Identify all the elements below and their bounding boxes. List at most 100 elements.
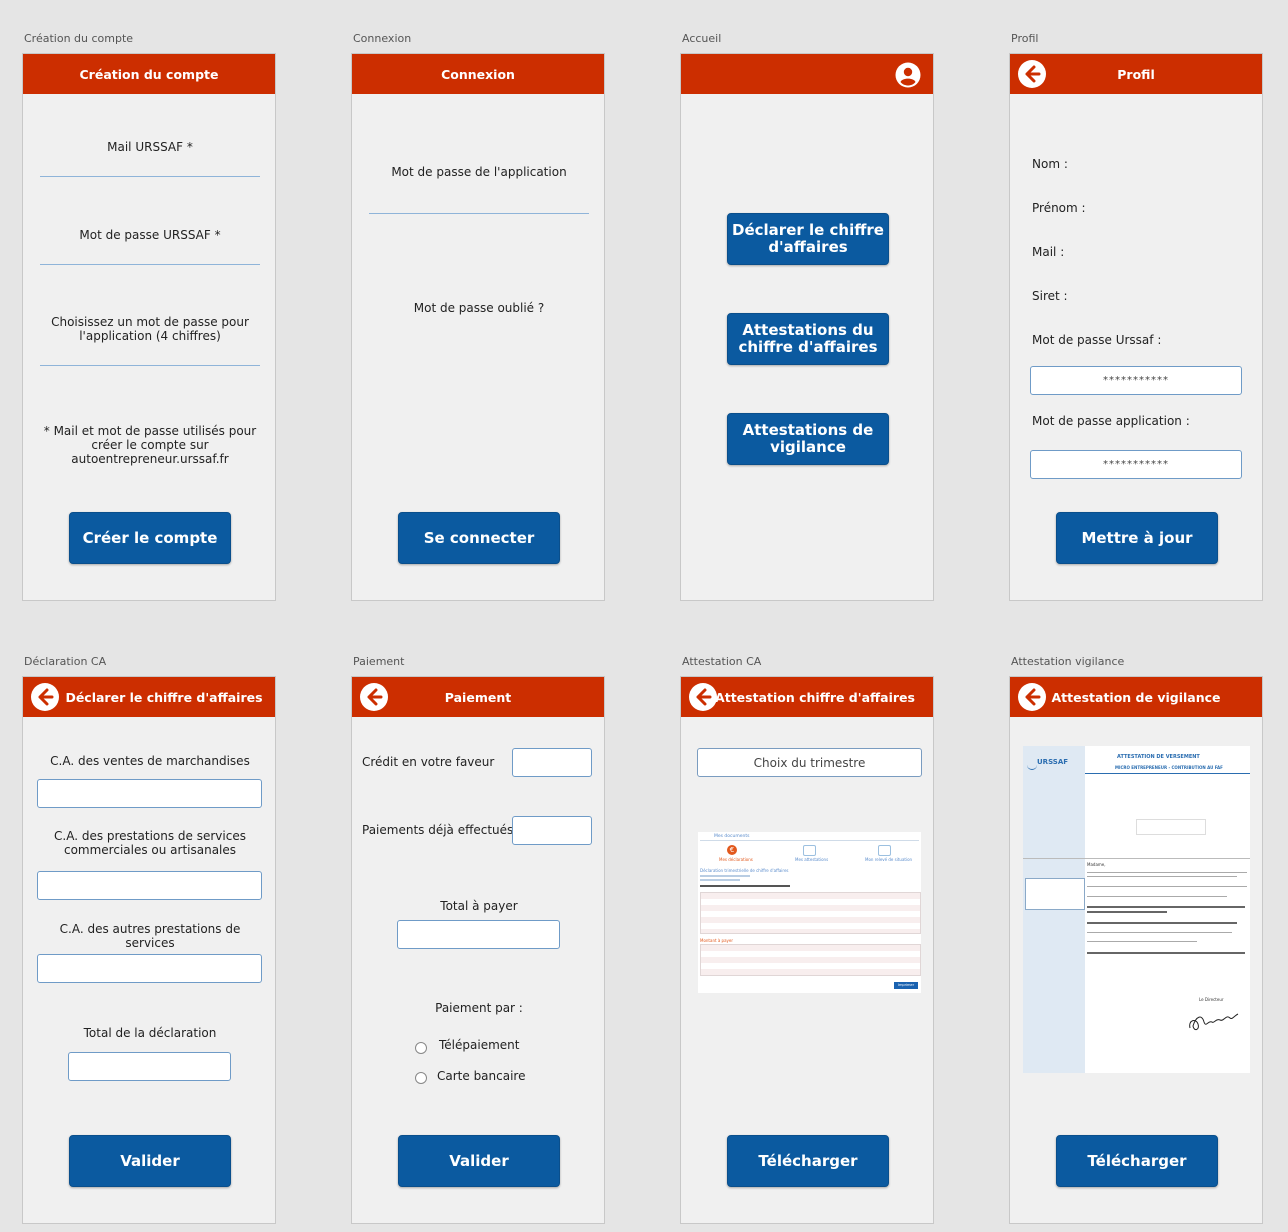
- total-input[interactable]: [397, 920, 560, 949]
- header-title: Paiement: [444, 689, 512, 705]
- total-label: Total de la déclaration: [83, 1026, 217, 1040]
- header-bar: Paiement: [352, 677, 604, 717]
- back-arrow-icon[interactable]: [31, 683, 59, 711]
- download-button[interactable]: Télécharger: [1056, 1135, 1218, 1187]
- doc-table: [700, 944, 921, 976]
- ventes-input[interactable]: [37, 779, 262, 808]
- attestation-icon: [803, 845, 816, 856]
- password-field[interactable]: [40, 264, 260, 265]
- header-bar: Profil: [1010, 54, 1262, 94]
- doc-text-line: [1087, 886, 1247, 887]
- header-title: Déclarer le chiffre d'affaires: [65, 689, 263, 705]
- autres-input[interactable]: [37, 954, 262, 983]
- doc-text-line: [1087, 896, 1227, 897]
- header-bar: Création du compte: [23, 54, 275, 94]
- screen-paiement: Paiement Crédit en votre faveur Paiement…: [351, 676, 605, 1224]
- radio-telepaiement[interactable]: [415, 1042, 427, 1054]
- declare-ca-button[interactable]: Déclarer le chiffre d'affaires: [727, 213, 889, 265]
- screen-profil: Profil Nom : Prénom : Mail : Siret : Mot…: [1009, 53, 1263, 601]
- app-password-field[interactable]: [40, 365, 260, 366]
- total-input[interactable]: [68, 1052, 231, 1081]
- back-arrow-icon[interactable]: [360, 683, 388, 711]
- account-circle-icon[interactable]: [895, 62, 921, 88]
- screen-attestation-vigilance: Attestation de vigilance URSSAF ATTESTAT…: [1009, 676, 1263, 1224]
- update-button[interactable]: Mettre à jour: [1056, 512, 1218, 564]
- doc-text-line: [1087, 876, 1237, 877]
- telepaiement-label: Télépaiement: [439, 1038, 520, 1052]
- siret-label: Siret :: [1032, 289, 1068, 303]
- nom-label: Nom :: [1032, 157, 1068, 171]
- urssaf-logo: URSSAF: [1037, 758, 1069, 766]
- header-title: Profil: [1117, 66, 1155, 82]
- account-note: * Mail et mot de passe utilisés pour cré…: [43, 424, 257, 466]
- attestation-ca-preview: Mes documents € Mes déclarations Mes att…: [698, 832, 921, 993]
- ventes-label: C.A. des ventes de marchandises: [50, 754, 250, 768]
- paiements-input[interactable]: [512, 816, 592, 845]
- mail-label: Mail URSSAF *: [107, 140, 193, 154]
- payment-method-label: Paiement par :: [435, 1001, 523, 1015]
- doc-print-button: Imprimer: [894, 982, 918, 989]
- app-password-field[interactable]: [369, 213, 589, 214]
- doc-line: [700, 875, 750, 877]
- header-title: Attestation de vigilance: [1051, 689, 1221, 705]
- doc-tab: Mes déclarations: [719, 857, 753, 862]
- credit-label: Crédit en votre faveur: [362, 755, 495, 769]
- urssaf-password-input[interactable]: ***********: [1030, 366, 1242, 395]
- header-title: Création du compte: [79, 66, 219, 82]
- carte-bancaire-label: Carte bancaire: [437, 1069, 526, 1083]
- back-arrow-icon[interactable]: [1018, 683, 1046, 711]
- doc-signature-label: Le Directeur: [1199, 997, 1224, 1002]
- mail-label: Mail :: [1032, 245, 1065, 259]
- urssaf-password-label: Mot de passe Urssaf :: [1032, 333, 1162, 347]
- screen-caption: Attestation vigilance: [1011, 655, 1125, 668]
- doc-divider: [700, 840, 919, 841]
- credit-input[interactable]: [512, 748, 592, 777]
- doc-sidebar-box: [1025, 878, 1085, 910]
- doc-title: Déclaration trimestrielle de chiffre d'a…: [700, 868, 789, 873]
- doc-salutation: Madame,: [1087, 862, 1106, 867]
- screen-caption: Attestation CA: [682, 655, 762, 668]
- doc-subtitle: MICRO ENTREPRENEUR - CONTRIBUTION AU FAF: [1115, 765, 1223, 770]
- doc-text-line: [1087, 952, 1245, 954]
- create-account-button[interactable]: Créer le compte: [69, 512, 231, 564]
- doc-stamp-box: [1136, 819, 1206, 835]
- app-password-input[interactable]: ***********: [1030, 450, 1242, 479]
- header-title: Attestation chiffre d'affaires: [715, 689, 915, 705]
- screen-caption: Profil: [1011, 32, 1039, 45]
- attestations-vigilance-button[interactable]: Attestations de vigilance: [727, 413, 889, 465]
- header-bar: Déclarer le chiffre d'affaires: [23, 677, 275, 717]
- header-bar: Attestation de vigilance: [1010, 677, 1262, 717]
- radio-carte-bancaire[interactable]: [415, 1072, 427, 1084]
- screen-caption: Accueil: [682, 32, 722, 45]
- mail-field[interactable]: [40, 176, 260, 177]
- situation-icon: [878, 845, 891, 856]
- login-button[interactable]: Se connecter: [398, 512, 560, 564]
- header-bar: Attestation chiffre d'affaires: [681, 677, 933, 717]
- signature-mark: [1189, 1013, 1239, 1031]
- download-button[interactable]: Télécharger: [727, 1135, 889, 1187]
- header-bar: Connexion: [352, 54, 604, 94]
- prestations-label: C.A. des prestations de services commerc…: [54, 829, 246, 857]
- screen-connexion: Connexion Mot de passe de l'application …: [351, 53, 605, 601]
- prestations-input[interactable]: [37, 871, 262, 900]
- attestations-ca-button[interactable]: Attestations du chiffre d'affaires: [727, 313, 889, 365]
- doc-tab: Mon relevé de situation: [865, 857, 913, 862]
- screen-attestation-ca: Attestation chiffre d'affaires Choix du …: [680, 676, 934, 1224]
- doc-line: [700, 885, 790, 887]
- validate-button[interactable]: Valider: [69, 1135, 231, 1187]
- back-arrow-icon[interactable]: [689, 683, 717, 711]
- paiements-label: Paiements déjà effectués: [362, 823, 514, 837]
- back-arrow-icon[interactable]: [1018, 60, 1046, 88]
- validate-button[interactable]: Valider: [398, 1135, 560, 1187]
- app-password-label: Mot de passe de l'application: [391, 165, 567, 179]
- doc-title: ATTESTATION DE VERSEMENT: [1117, 754, 1200, 760]
- forgot-password-link[interactable]: Mot de passe oublié ?: [362, 301, 596, 315]
- quarter-select[interactable]: Choix du trimestre: [697, 748, 922, 777]
- doc-rule: [1023, 858, 1250, 859]
- screen-creation-compte: Création du compte Mail URSSAF * Mot de …: [22, 53, 276, 601]
- autres-label: C.A. des autres prestations de services: [59, 922, 241, 950]
- doc-tab: Mes attestations: [795, 857, 829, 862]
- doc-rule: [1085, 773, 1250, 774]
- doc-text-line: [1087, 911, 1167, 913]
- attestation-vigilance-preview: URSSAF ATTESTATION DE VERSEMENT MICRO EN…: [1023, 746, 1250, 1073]
